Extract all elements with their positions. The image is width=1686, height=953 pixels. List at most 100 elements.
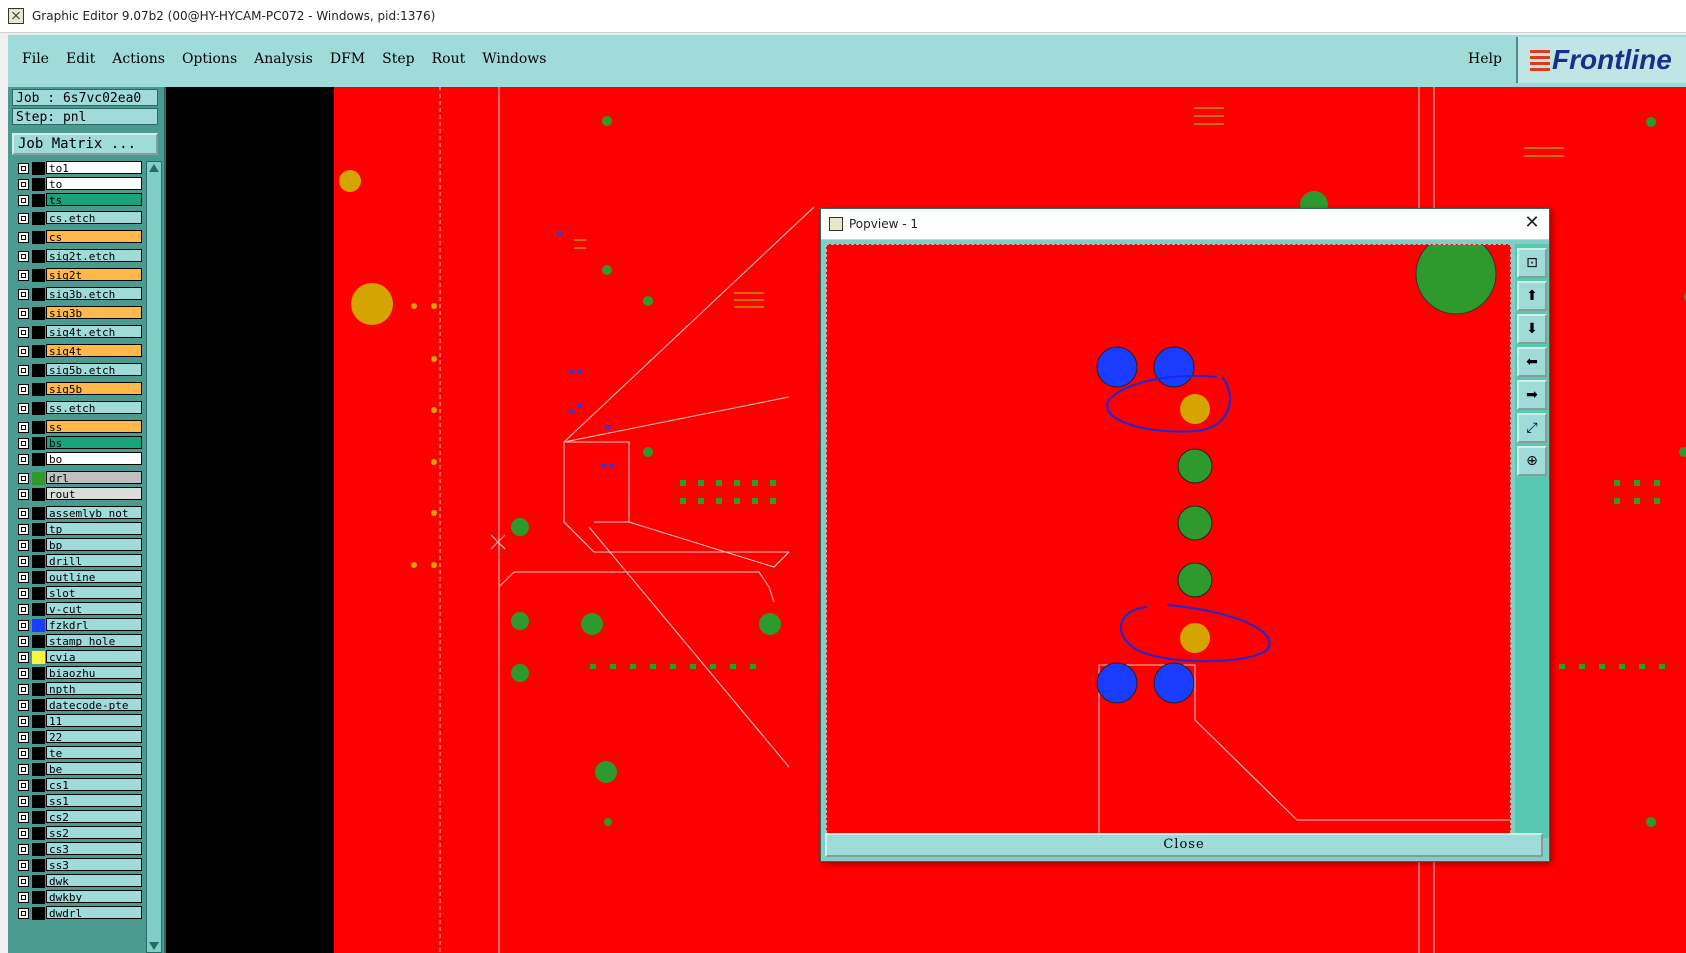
menu-analysis[interactable]: Analysis: [254, 51, 313, 67]
layer-checkbox[interactable]: [18, 780, 29, 791]
layer-name[interactable]: sig3b: [46, 306, 142, 319]
layer-checkbox[interactable]: [18, 684, 29, 695]
popview-canvas[interactable]: [826, 244, 1511, 838]
layer-scrollbar[interactable]: [146, 161, 162, 953]
layer-row[interactable]: npth: [12, 682, 142, 697]
layer-checkbox[interactable]: [18, 179, 29, 190]
menu-edit[interactable]: Edit: [66, 51, 95, 67]
layer-name[interactable]: 22: [46, 730, 142, 743]
layer-name[interactable]: to1: [46, 161, 142, 174]
layer-row[interactable]: drl: [12, 471, 142, 486]
layer-name[interactable]: te: [46, 746, 142, 759]
layer-checkbox[interactable]: [18, 232, 29, 243]
menu-file[interactable]: File: [22, 51, 49, 67]
layer-checkbox[interactable]: [18, 365, 29, 376]
layer-row[interactable]: ss2: [12, 826, 142, 841]
layer-checkbox[interactable]: [18, 213, 29, 224]
layer-row[interactable]: stamp_hole: [12, 634, 142, 649]
layer-checkbox[interactable]: [18, 489, 29, 500]
layer-name[interactable]: cs: [46, 230, 142, 243]
zoom-home-icon[interactable]: ⊡: [1517, 248, 1547, 278]
layer-row[interactable]: be: [12, 762, 142, 777]
layer-checkbox[interactable]: [18, 668, 29, 679]
layer-row[interactable]: sig4t.etch: [12, 325, 142, 340]
layer-name[interactable]: be: [46, 762, 142, 775]
layer-checkbox[interactable]: [18, 346, 29, 357]
layer-name[interactable]: sig5b: [46, 382, 142, 395]
layer-row[interactable]: sig5b.etch: [12, 363, 142, 378]
layer-row[interactable]: cs1: [12, 778, 142, 793]
layer-checkbox[interactable]: [18, 540, 29, 551]
layer-name[interactable]: cs.etch: [46, 211, 142, 224]
layer-row[interactable]: biaozhu: [12, 666, 142, 681]
layer-row[interactable]: sig2t: [12, 268, 142, 283]
pan-up-icon[interactable]: ⬆: [1517, 281, 1547, 311]
layer-row[interactable]: dwdrl: [12, 906, 142, 921]
popview-close-button[interactable]: Close: [825, 833, 1543, 857]
layer-name[interactable]: slot: [46, 586, 142, 599]
layer-name[interactable]: rout: [46, 487, 142, 500]
layer-row[interactable]: ss.etch: [12, 401, 142, 416]
layer-row[interactable]: 11: [12, 714, 142, 729]
layer-checkbox[interactable]: [18, 403, 29, 414]
layer-name[interactable]: drl: [46, 471, 142, 484]
layer-row[interactable]: fzkdrl: [12, 618, 142, 633]
layer-checkbox[interactable]: [18, 384, 29, 395]
layer-checkbox[interactable]: [18, 796, 29, 807]
layer-name[interactable]: ss1: [46, 794, 142, 807]
layer-row[interactable]: rout: [12, 487, 142, 502]
layer-checkbox[interactable]: [18, 251, 29, 262]
layer-checkbox[interactable]: [18, 163, 29, 174]
layer-name[interactable]: bo: [46, 452, 142, 465]
layer-row[interactable]: slot: [12, 586, 142, 601]
layer-name[interactable]: datecode-pte: [46, 698, 142, 711]
layer-name[interactable]: tp: [46, 522, 142, 535]
layer-checkbox[interactable]: [18, 422, 29, 433]
layer-row[interactable]: ts: [12, 193, 142, 208]
layer-checkbox[interactable]: [18, 454, 29, 465]
layer-checkbox[interactable]: [18, 438, 29, 449]
layer-row[interactable]: cs2: [12, 810, 142, 825]
layer-checkbox[interactable]: [18, 508, 29, 519]
layer-name[interactable]: ss2: [46, 826, 142, 839]
layer-name[interactable]: sig2t.etch: [46, 249, 142, 262]
layer-name[interactable]: ss: [46, 420, 142, 433]
layer-name[interactable]: cs2: [46, 810, 142, 823]
layer-name[interactable]: bp: [46, 538, 142, 551]
layer-name[interactable]: cvia: [46, 650, 142, 663]
menu-windows[interactable]: Windows: [482, 51, 546, 67]
layer-row[interactable]: assemlyb_not: [12, 506, 142, 521]
layer-checkbox[interactable]: [18, 195, 29, 206]
layer-row[interactable]: to: [12, 177, 142, 192]
menu-dfm[interactable]: DFM: [330, 51, 365, 67]
layer-row[interactable]: bs: [12, 436, 142, 451]
job-matrix-button[interactable]: Job Matrix ...: [12, 133, 158, 155]
layer-name[interactable]: cs3: [46, 842, 142, 855]
menu-step[interactable]: Step: [382, 51, 414, 67]
layer-checkbox[interactable]: [18, 860, 29, 871]
layer-name[interactable]: biaozhu: [46, 666, 142, 679]
layer-row[interactable]: v-cut: [12, 602, 142, 617]
layer-row[interactable]: cvia: [12, 650, 142, 665]
layer-checkbox[interactable]: [18, 700, 29, 711]
layer-checkbox[interactable]: [18, 876, 29, 887]
layer-checkbox[interactable]: [18, 572, 29, 583]
layer-row[interactable]: dwk: [12, 874, 142, 889]
layer-checkbox[interactable]: [18, 270, 29, 281]
layer-checkbox[interactable]: [18, 748, 29, 759]
layer-name[interactable]: to: [46, 177, 142, 190]
layer-checkbox[interactable]: [18, 732, 29, 743]
layer-checkbox[interactable]: [18, 652, 29, 663]
layer-row[interactable]: bp: [12, 538, 142, 553]
layer-name[interactable]: dwdrl: [46, 906, 142, 919]
layer-row[interactable]: ss3: [12, 858, 142, 873]
layer-name[interactable]: sig5b.etch: [46, 363, 142, 376]
layer-name[interactable]: fzkdrl: [46, 618, 142, 631]
layer-checkbox[interactable]: [18, 764, 29, 775]
layer-checkbox[interactable]: [18, 588, 29, 599]
pan-down-icon[interactable]: ⬇: [1517, 314, 1547, 344]
layer-name[interactable]: bs: [46, 436, 142, 449]
menu-rout[interactable]: Rout: [432, 51, 466, 67]
zoom-in-icon[interactable]: ⊕: [1517, 446, 1547, 476]
pan-right-icon[interactable]: ➡: [1517, 380, 1547, 410]
